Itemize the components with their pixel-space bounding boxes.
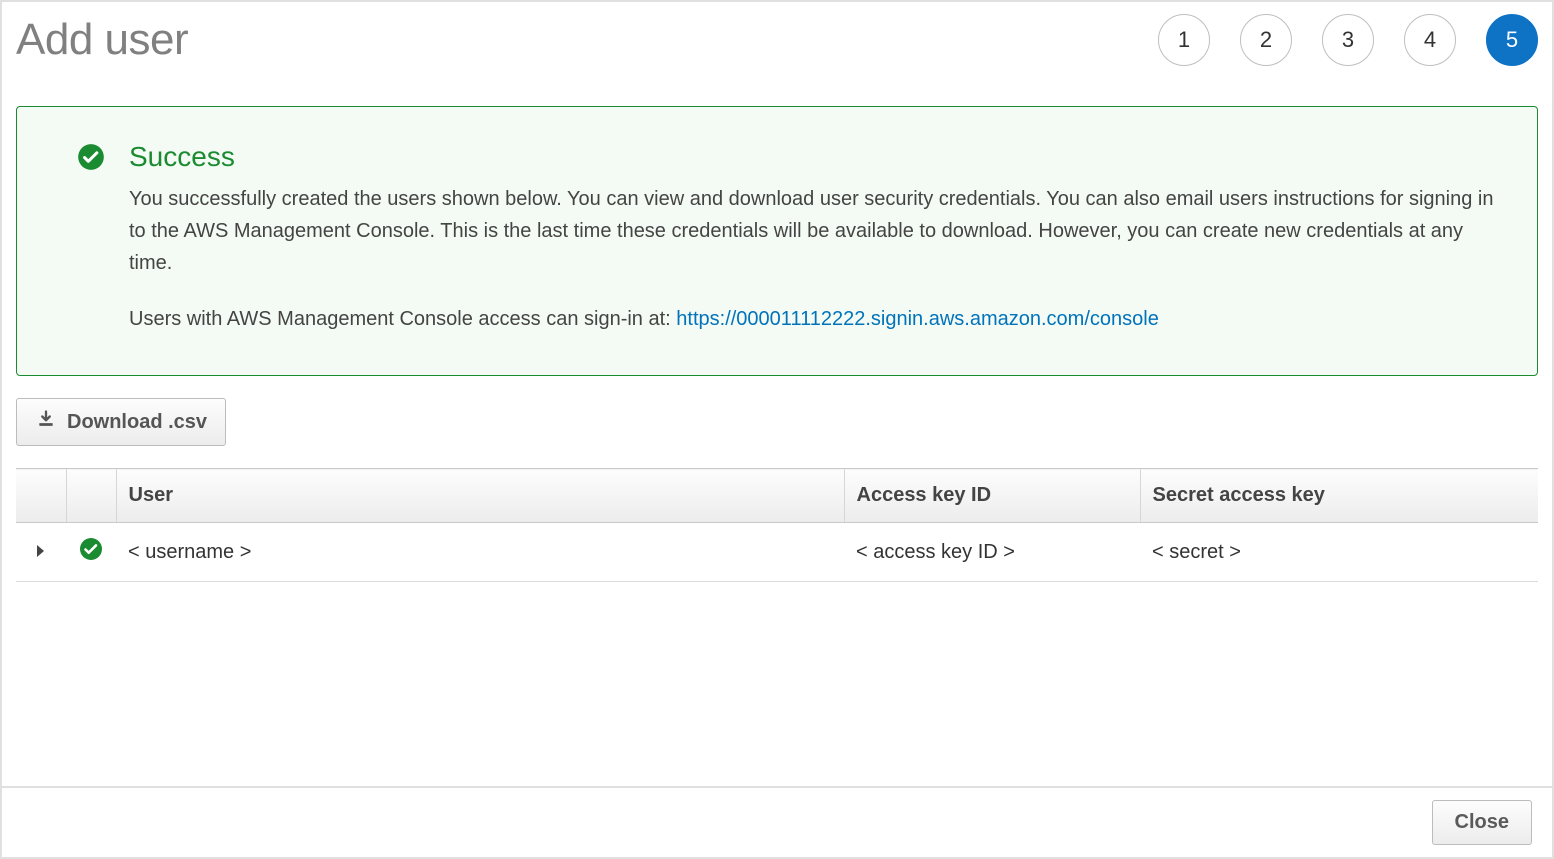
col-header-expand [16, 469, 66, 523]
users-table: User Access key ID Secret access key [16, 468, 1538, 582]
col-header-user: User [116, 469, 844, 523]
row-expand-cell[interactable] [16, 523, 66, 582]
step-5[interactable]: 5 [1486, 14, 1538, 66]
download-icon [35, 409, 57, 435]
step-4[interactable]: 4 [1404, 14, 1456, 66]
cell-access-key: < access key ID > [844, 523, 1140, 582]
close-button[interactable]: Close [1432, 800, 1532, 845]
step-2[interactable]: 2 [1240, 14, 1292, 66]
page-title: Add user [16, 15, 188, 65]
row-success-check-icon [79, 544, 103, 566]
success-title: Success [129, 141, 1497, 173]
success-message: You successfully created the users shown… [129, 183, 1497, 279]
cell-user: < username > [116, 523, 844, 582]
download-csv-label: Download .csv [67, 411, 207, 434]
col-header-access-key: Access key ID [844, 469, 1140, 523]
wizard-steps: 1 2 3 4 5 [1158, 14, 1538, 66]
step-3[interactable]: 3 [1322, 14, 1374, 66]
header-row: Add user 1 2 3 4 5 [2, 2, 1552, 66]
row-status-cell [66, 523, 116, 582]
download-csv-button[interactable]: Download .csv [16, 398, 226, 446]
success-check-icon [77, 143, 105, 335]
col-header-secret: Secret access key [1140, 469, 1538, 523]
page-container: Add user 1 2 3 4 5 Success You successfu… [0, 0, 1554, 859]
signin-prefix: Users with AWS Management Console access… [129, 308, 676, 330]
cell-secret: < secret > [1140, 523, 1538, 582]
content-area: Success You successfully created the use… [2, 106, 1552, 582]
success-text: You successfully created the users shown… [129, 183, 1497, 335]
users-table-head: User Access key ID Secret access key [16, 469, 1538, 523]
success-body: Success You successfully created the use… [129, 141, 1497, 335]
table-row: < username > < access key ID > < secret … [16, 523, 1538, 582]
signin-url-link[interactable]: https://000011112222.signin.aws.amazon.c… [676, 308, 1159, 330]
caret-right-icon [35, 541, 47, 563]
footer-bar: Close [2, 786, 1552, 857]
col-header-status [66, 469, 116, 523]
success-alert: Success You successfully created the use… [16, 106, 1538, 376]
step-1[interactable]: 1 [1158, 14, 1210, 66]
success-signin-line: Users with AWS Management Console access… [129, 303, 1497, 335]
